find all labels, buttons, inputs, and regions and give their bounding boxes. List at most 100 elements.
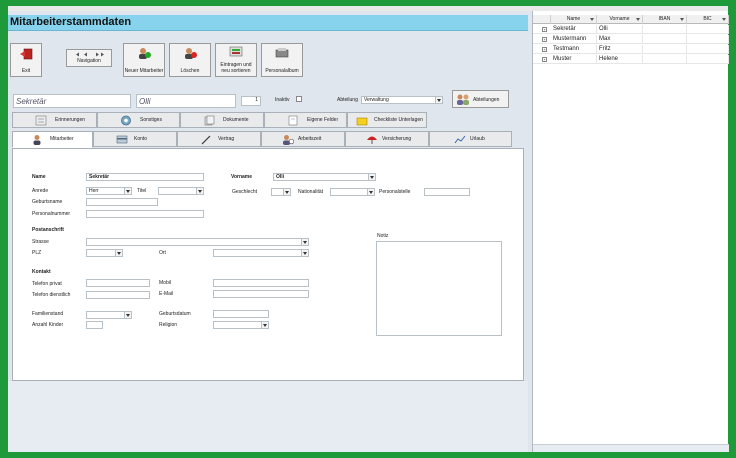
ort-select[interactable] [213, 249, 309, 257]
geschlecht-select[interactable] [271, 188, 291, 196]
geburtsname-field[interactable] [86, 198, 158, 206]
expand-icon[interactable]: + [542, 37, 547, 42]
sort-arrow-icon [722, 18, 726, 21]
tab-checkliste[interactable]: Checkliste Unterlagen [347, 112, 427, 128]
personnel-album-button[interactable]: Personalalbum [261, 43, 303, 77]
tel-privat-label: Telefon privat [32, 281, 62, 287]
tab-sonstiges[interactable]: Sonstiges [97, 112, 180, 128]
mobil-field[interactable] [213, 279, 309, 287]
tab-erinnerungen-label: Erinnerungen [55, 117, 86, 123]
album-icon [275, 48, 289, 58]
cell-iban [643, 35, 687, 44]
save-sort-icon [229, 46, 243, 57]
department-select[interactable]: Verwaltung [361, 96, 443, 104]
tab-vertrag[interactable]: Vertrag [177, 131, 261, 147]
cell-iban [643, 55, 687, 64]
contract-pen-icon [201, 135, 211, 145]
expand-icon[interactable]: + [542, 57, 547, 62]
personalnummer-field[interactable] [86, 210, 204, 218]
familienstand-select[interactable] [86, 311, 132, 319]
exit-label: Exit [21, 68, 31, 74]
personalstelle-field[interactable] [424, 188, 470, 196]
delete-button[interactable]: Löschen [169, 43, 211, 77]
ort-label: Ort [159, 250, 166, 256]
chevron-down-icon [368, 174, 375, 180]
expand-icon[interactable]: + [542, 27, 547, 32]
record-counter-field[interactable]: 1 [241, 96, 261, 106]
tab-dokumente[interactable]: Dokumente [180, 112, 264, 128]
strasse-label: Strasse [32, 239, 49, 245]
column-header-name[interactable]: Name [551, 15, 597, 24]
tab-eigene-felder[interactable]: Eigene Felder [264, 112, 347, 128]
personalnummer-label: Personalnummer [32, 211, 71, 217]
inactive-checkbox[interactable] [296, 96, 302, 102]
delete-user-icon [185, 48, 197, 59]
kinder-label: Anzahl Kinder [32, 322, 64, 328]
tab-arbeitszeit[interactable]: Arbeitszeit [261, 131, 345, 147]
custom-fields-icon [288, 115, 298, 126]
save-sort-button[interactable]: Eintragen und neu sortieren [215, 43, 257, 77]
sort-arrow-icon [590, 18, 594, 21]
header-name-field[interactable]: Sekretär [13, 94, 131, 108]
column-header-vorname[interactable]: Vorname [597, 15, 643, 24]
vorname-select[interactable]: Olli [273, 173, 376, 181]
inactive-label: Inaktiv [275, 97, 290, 103]
nationalitaet-select[interactable] [330, 188, 375, 196]
plz-label: PLZ [32, 250, 42, 256]
notiz-label: Notiz [377, 233, 389, 239]
column-header-iban[interactable]: IBAN [643, 15, 687, 24]
chevron-down-icon [283, 189, 290, 195]
departments-button[interactable]: Abteilungen [452, 90, 509, 108]
vorname-label: Vorname [231, 174, 253, 180]
tab-versicherung-label: Versicherung [382, 136, 412, 142]
table-row[interactable]: + Mustermann Max [533, 35, 729, 44]
plz-select[interactable] [86, 249, 123, 257]
navigation-button[interactable]: Navigation [66, 49, 112, 67]
table-row[interactable]: + Sekretär Olli [533, 25, 729, 34]
table-row[interactable]: + Testmann Fritz [533, 45, 729, 54]
titel-select[interactable] [158, 187, 204, 195]
tel-dienst-label: Telefon dienstlich [32, 292, 71, 298]
add-user-icon [139, 48, 151, 59]
tab-urlaub[interactable]: Urlaub [429, 131, 512, 147]
geburtsdatum-field[interactable] [213, 310, 269, 318]
department-value: Verwaltung [364, 97, 389, 103]
column-header-bic[interactable]: BIC [687, 15, 729, 24]
cell-name: Mustermann [551, 35, 597, 44]
tab-urlaub-label: Urlaub [470, 136, 485, 142]
column-header-bic-label: BIC [703, 16, 712, 22]
cell-name: Muster [551, 55, 597, 64]
anrede-select[interactable]: Herr [86, 187, 132, 195]
column-header-iban-label: IBAN [658, 16, 671, 22]
navigation-label: Navigation [77, 58, 101, 64]
tab-mitarbeiter[interactable]: Mitarbeiter [12, 131, 93, 148]
tab-checkliste-label: Checkliste Unterlagen [374, 117, 423, 123]
cell-vorname: Fritz [597, 45, 643, 54]
tel-dienst-field[interactable] [86, 291, 150, 299]
name-field[interactable]: Sekretär [86, 173, 204, 181]
new-employee-button[interactable]: Neuer Mitarbeiter [123, 43, 165, 77]
tab-erinnerungen[interactable]: Erinnerungen [12, 112, 97, 128]
delete-label: Löschen [180, 68, 200, 74]
exit-button[interactable]: Exit [10, 43, 42, 77]
strasse-select[interactable] [86, 238, 309, 246]
checklist-icon [356, 117, 368, 126]
tab-konto[interactable]: Konto [93, 131, 177, 147]
kinder-field[interactable] [86, 321, 103, 329]
tab-eigene-felder-label: Eigene Felder [307, 117, 339, 123]
vorname-value: Olli [276, 174, 285, 180]
app-window: Mitarbeiterstammdaten Exit Navigation Ne… [8, 6, 729, 452]
column-header-name-label: Name [566, 16, 581, 22]
grid-footer [533, 444, 729, 452]
page-title: Mitarbeiterstammdaten [10, 16, 132, 28]
grid-header: Name Vorname IBAN BIC [533, 15, 729, 24]
table-row[interactable]: + Muster Helene [533, 55, 729, 64]
expand-icon[interactable]: + [542, 47, 547, 52]
notiz-textarea[interactable] [376, 241, 502, 336]
email-field[interactable] [213, 290, 309, 298]
tel-privat-field[interactable] [86, 279, 150, 287]
religion-select[interactable] [213, 321, 269, 329]
header-firstname-field[interactable]: Olli [136, 94, 236, 108]
tab-versicherung[interactable]: Versicherung [345, 131, 429, 147]
chevron-down-icon [367, 189, 374, 195]
